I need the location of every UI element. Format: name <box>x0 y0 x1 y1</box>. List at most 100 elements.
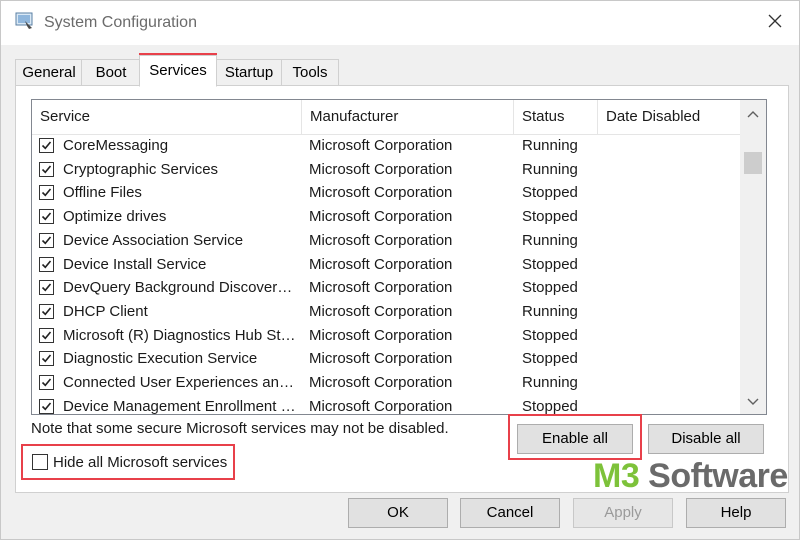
vertical-scrollbar[interactable] <box>740 100 766 414</box>
service-checkbox[interactable] <box>39 232 54 248</box>
service-status: Stopped <box>522 184 578 202</box>
m3-software-watermark: M3 Software <box>593 457 788 496</box>
service-name: Device Management Enrollment … <box>63 397 296 415</box>
table-row[interactable]: DevQuery Background Discover… Microsoft C… <box>32 276 740 300</box>
service-checkbox[interactable] <box>39 303 54 319</box>
checkmark-icon <box>41 236 52 245</box>
service-manufacturer: Microsoft Corporation <box>309 255 453 273</box>
service-checkbox[interactable] <box>39 209 54 225</box>
checkmark-icon <box>41 378 52 387</box>
column-header-status[interactable]: Status <box>514 100 598 134</box>
service-checkbox[interactable] <box>39 398 54 414</box>
checkmark-icon <box>41 165 52 174</box>
ok-button[interactable]: OK <box>348 498 448 528</box>
secure-services-note: Note that some secure Microsoft services… <box>31 420 449 437</box>
service-manufacturer: Microsoft Corporation <box>309 350 453 368</box>
service-status: Running <box>522 231 578 249</box>
service-name: Cryptographic Services <box>63 160 219 178</box>
column-header-manufacturer[interactable]: Manufacturer <box>302 100 514 134</box>
scroll-thumb[interactable] <box>744 152 762 174</box>
cancel-button[interactable]: Cancel <box>460 498 560 528</box>
table-row[interactable]: Diagnostic Execution Service Microsoft Co… <box>32 347 740 371</box>
service-checkbox[interactable] <box>39 138 54 153</box>
checkmark-icon <box>41 188 52 197</box>
table-row[interactable]: Offline Files Microsoft Corporation Stoppe… <box>32 181 740 205</box>
checkmark-icon <box>41 212 52 221</box>
services-list[interactable]: Service Manufacturer Status Date Disable… <box>31 99 767 415</box>
hide-services-highlight <box>21 444 235 480</box>
service-status: Stopped <box>522 208 578 226</box>
checkmark-icon <box>41 307 52 316</box>
column-header-date-disabled[interactable]: Date Disabled <box>598 100 740 134</box>
service-checkbox[interactable] <box>39 375 54 390</box>
service-status: Stopped <box>522 397 578 415</box>
list-header: Service Manufacturer Status Date Disable… <box>32 100 740 135</box>
tab-boot[interactable]: Boot <box>81 59 141 85</box>
service-name: Offline Files <box>63 184 142 202</box>
service-checkbox[interactable] <box>39 280 54 296</box>
table-row[interactable]: Microsoft (R) Diagnostics Hub St… Microso… <box>32 324 740 348</box>
window-title: System Configuration <box>44 14 197 31</box>
service-manufacturer: Microsoft Corporation <box>309 231 453 249</box>
table-row[interactable]: CoreMessaging Microsoft Corporation Runnin… <box>32 134 740 158</box>
apply-button[interactable]: Apply <box>573 498 673 528</box>
service-manufacturer: Microsoft Corporation <box>309 374 453 391</box>
tab-startup[interactable]: Startup <box>215 59 283 85</box>
service-checkbox[interactable] <box>39 185 54 201</box>
close-button[interactable] <box>757 7 793 39</box>
chevron-up-icon <box>747 105 759 122</box>
table-row[interactable]: Device Management Enrollment … Microsoft … <box>32 395 740 415</box>
service-manufacturer: Microsoft Corporation <box>309 279 453 297</box>
service-manufacturer: Microsoft Corporation <box>309 160 453 178</box>
enable-all-highlight <box>508 414 642 460</box>
service-status: Stopped <box>522 279 578 297</box>
checkmark-icon <box>41 283 52 292</box>
tab-tools[interactable]: Tools <box>281 59 339 85</box>
service-status: Running <box>522 137 578 154</box>
service-status: Stopped <box>522 326 578 344</box>
table-row[interactable]: Device Association Service Microsoft Corp… <box>32 229 740 253</box>
table-row[interactable]: Connected User Experiences an… Microsoft … <box>32 371 740 395</box>
column-header-service[interactable]: Service <box>32 100 302 134</box>
service-name: DevQuery Background Discover… <box>63 279 293 297</box>
service-name: Diagnostic Execution Service <box>63 350 258 368</box>
checkmark-icon <box>41 354 52 363</box>
table-row[interactable]: Cryptographic Services Microsoft Corporat… <box>32 158 740 182</box>
checkmark-icon <box>41 259 52 268</box>
service-status: Stopped <box>522 350 578 368</box>
service-manufacturer: Microsoft Corporation <box>309 326 453 344</box>
system-configuration-window: System Configuration General Boot Servic… <box>0 0 800 540</box>
service-name: Microsoft (R) Diagnostics Hub St… <box>63 326 296 344</box>
service-name: Connected User Experiences an… <box>63 374 294 391</box>
service-checkbox[interactable] <box>39 256 54 272</box>
table-row[interactable]: Device Install Service Microsoft Corporat… <box>32 253 740 277</box>
service-manufacturer: Microsoft Corporation <box>309 302 453 320</box>
service-manufacturer: Microsoft Corporation <box>309 137 453 154</box>
service-status: Running <box>522 374 578 391</box>
watermark-m3: M3 <box>593 457 640 495</box>
close-icon <box>768 14 782 32</box>
disable-all-button[interactable]: Disable all <box>648 424 764 454</box>
help-button[interactable]: Help <box>686 498 786 528</box>
service-status: Running <box>522 160 578 178</box>
checkmark-icon <box>41 331 52 340</box>
service-name: DHCP Client <box>63 302 148 320</box>
scroll-down-button[interactable] <box>740 390 766 412</box>
service-manufacturer: Microsoft Corporation <box>309 397 453 415</box>
service-manufacturer: Microsoft Corporation <box>309 208 453 226</box>
tab-services[interactable]: Services <box>139 55 217 87</box>
tab-general[interactable]: General <box>15 59 83 85</box>
service-status: Running <box>522 302 578 320</box>
service-manufacturer: Microsoft Corporation <box>309 184 453 202</box>
service-checkbox[interactable] <box>39 327 54 343</box>
title-bar: System Configuration <box>1 1 799 45</box>
service-checkbox[interactable] <box>39 351 54 367</box>
service-checkbox[interactable] <box>39 161 54 177</box>
scroll-up-button[interactable] <box>740 102 766 124</box>
service-name: Optimize drives <box>63 208 167 226</box>
table-row[interactable]: DHCP Client Microsoft Corporation Running <box>32 300 740 324</box>
service-name: Device Association Service <box>63 231 244 249</box>
table-row[interactable]: Optimize drives Microsoft Corporation Stop… <box>32 205 740 229</box>
service-name: CoreMessaging <box>63 137 169 154</box>
system-configuration-icon <box>15 12 35 30</box>
